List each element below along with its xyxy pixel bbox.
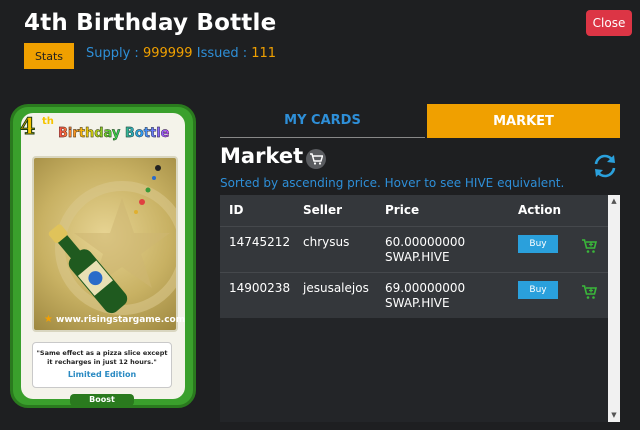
refresh-icon[interactable]	[591, 152, 619, 180]
card-url: www.risingstargame.com	[56, 315, 186, 325]
card-name: Birthday Bottle	[58, 126, 170, 141]
row-price: 69.00000000 SWAP.HIVE	[385, 281, 465, 311]
card-type: Boost	[70, 394, 134, 406]
card-description-text: "Same effect as a pizza slice except it …	[36, 349, 168, 366]
row-id: 14900238	[229, 281, 291, 295]
close-button[interactable]: Close	[586, 10, 632, 36]
row-price-currency: SWAP.HIVE	[385, 250, 450, 264]
row-seller: chrysus	[303, 235, 350, 249]
card-title: 4 th Birthday Bottle	[18, 114, 178, 148]
add-to-cart-icon[interactable]	[581, 238, 597, 254]
supply-info: Supply : 999999 Issued : 111	[86, 46, 276, 61]
card-artwork	[32, 156, 178, 332]
column-price: Price	[385, 203, 420, 217]
page-title: 4th Birthday Bottle	[24, 10, 277, 36]
row-price-value: 69.00000000	[385, 281, 466, 295]
row-price-currency: SWAP.HIVE	[385, 296, 450, 310]
table-row: 14900238 jesusalejos 69.00000000 SWAP.HI…	[220, 272, 608, 318]
card-ordinal: th	[42, 116, 54, 127]
tab-market[interactable]: MARKET	[427, 104, 620, 138]
row-price-value: 60.00000000	[385, 235, 466, 249]
column-id: ID	[229, 203, 244, 217]
tab-my-cards[interactable]: MY CARDS	[220, 104, 425, 138]
card-edition: Limited Edition	[67, 370, 137, 379]
card-number: 4	[19, 114, 36, 141]
table-header: ID Seller Price Action	[220, 195, 608, 226]
issued-label: Issued :	[196, 46, 248, 61]
buy-button[interactable]: Buy	[518, 281, 558, 299]
row-id: 14745212	[229, 235, 291, 249]
table-row: 14745212 chrysus 60.00000000 SWAP.HIVE B…	[220, 226, 608, 272]
add-to-cart-icon[interactable]	[581, 284, 597, 300]
row-price: 60.00000000 SWAP.HIVE	[385, 235, 465, 265]
market-title: Market	[220, 144, 304, 168]
issued-value: 111	[251, 46, 277, 61]
card-description: "Same effect as a pizza slice except it …	[32, 342, 172, 388]
supply-value: 999999	[142, 46, 193, 61]
column-action: Action	[518, 203, 562, 217]
cart-icon	[306, 149, 326, 169]
market-table: ID Seller Price Action 14745212 chrysus …	[220, 195, 620, 422]
star-icon: ★	[44, 314, 53, 325]
sort-hint: Sorted by ascending price. Hover to see …	[220, 176, 565, 190]
row-seller: jesusalejos	[303, 281, 369, 295]
scrollbar[interactable]: ▲ ▼	[608, 195, 620, 422]
supply-label: Supply :	[86, 46, 139, 61]
champagne-bottle-icon	[48, 165, 176, 315]
scroll-down-icon[interactable]: ▼	[610, 411, 618, 419]
scroll-up-icon[interactable]: ▲	[610, 197, 618, 205]
stats-button[interactable]: Stats	[24, 43, 74, 69]
column-seller: Seller	[303, 203, 343, 217]
buy-button[interactable]: Buy	[518, 235, 558, 253]
